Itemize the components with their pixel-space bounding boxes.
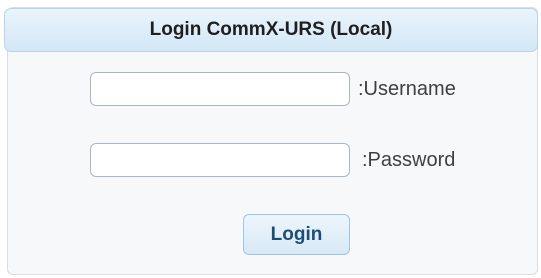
username-row: :Username bbox=[90, 71, 456, 107]
login-title: Login CommX-URS (Local) bbox=[149, 19, 393, 40]
login-header: Login CommX-URS (Local) bbox=[4, 8, 538, 52]
username-label: :Username bbox=[358, 77, 456, 100]
username-input[interactable] bbox=[90, 72, 350, 106]
password-label: :Password bbox=[362, 148, 456, 171]
password-row: :Password bbox=[90, 142, 455, 178]
password-input[interactable] bbox=[90, 143, 350, 177]
login-button[interactable]: Login bbox=[243, 214, 350, 255]
